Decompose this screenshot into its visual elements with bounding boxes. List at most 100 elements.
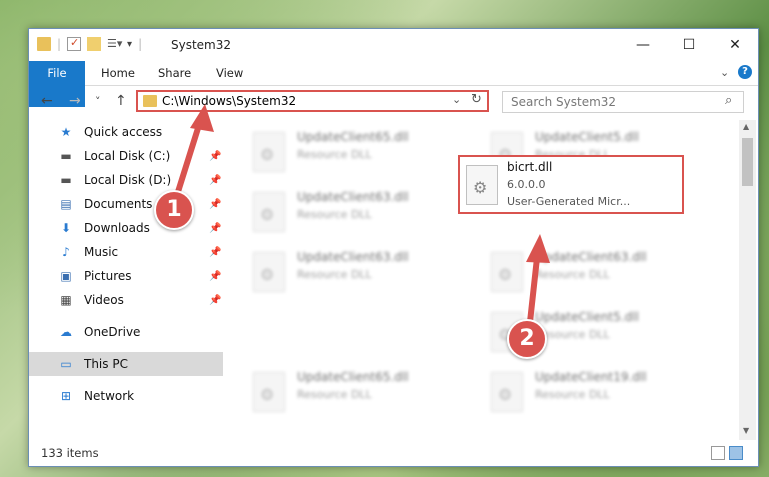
sidebar-item-network[interactable]: ⊞ Network	[29, 384, 223, 408]
sidebar-item-label: Videos	[84, 293, 124, 307]
file-item[interactable]: UpdateClient19.dll Resource DLL	[465, 368, 685, 414]
scroll-down-icon[interactable]: ▼	[743, 426, 749, 435]
file-item[interactable]: UpdateClient63.dll Resource DLL	[227, 188, 447, 234]
maximize-button[interactable]: ☐	[666, 29, 712, 61]
tab-view[interactable]: View	[204, 61, 255, 85]
pin-icon: 📌	[209, 270, 222, 282]
details-view-icon[interactable]	[711, 446, 725, 460]
item-count: 133 items	[41, 446, 99, 460]
tab-share[interactable]: Share	[146, 61, 203, 85]
sidebar-item-onedrive[interactable]: ☁ OneDrive	[29, 320, 223, 344]
status-bar: 133 items	[29, 442, 758, 466]
step-1-badge: 1	[154, 190, 194, 230]
sidebar-item-this-pc[interactable]: ▭ This PC	[29, 352, 223, 376]
sidebar-item-quick-access[interactable]: ★ Quick access	[29, 120, 223, 144]
computer-icon: ▭	[60, 357, 72, 371]
file-type: Resource DLL	[535, 268, 610, 281]
forward-button[interactable]: →	[69, 93, 81, 109]
sidebar-item-label: Local Disk (C:)	[84, 149, 171, 163]
sidebar-item-label: Music	[84, 245, 119, 259]
pictures-icon: ▣	[60, 269, 72, 283]
sidebar-item-label: OneDrive	[84, 325, 141, 339]
search-icon[interactable]: ⌕	[725, 93, 732, 108]
sidebar-item-label: Network	[84, 389, 135, 403]
step-2-badge: 2	[507, 319, 547, 359]
folder-icon	[143, 95, 157, 107]
help-icon[interactable]: ?	[738, 65, 752, 79]
file-type: Resource DLL	[297, 208, 372, 221]
network-icon: ⊞	[60, 389, 72, 403]
file-version: 6.0.0.0	[507, 178, 546, 191]
large-icons-view-icon[interactable]	[729, 446, 743, 460]
window-title: System32	[171, 38, 232, 52]
file-item[interactable]: UpdateClient63.dll Resource DLL	[227, 248, 447, 294]
file-item[interactable]: UpdateClient63.dll Resource DLL	[465, 248, 685, 294]
file-name: UpdateClient63.dll	[297, 190, 409, 204]
sidebar-item-local-disk-d[interactable]: ▬ Local Disk (D:) 📌	[29, 168, 223, 192]
file-description: User-Generated Micr...	[507, 195, 631, 208]
refresh-icon[interactable]: ↻	[471, 92, 482, 107]
file-item[interactable]: UpdateClient5.dll Resource DLL	[465, 308, 685, 354]
new-folder-icon[interactable]	[87, 37, 102, 51]
highlighted-file-bicrt[interactable]: bicrt.dll 6.0.0.0 User-Generated Micr...	[458, 155, 684, 214]
file-name: UpdateClient63.dll	[535, 250, 647, 264]
file-type: Resource DLL	[535, 388, 610, 401]
address-bar[interactable]: C:\Windows\System32 ⌄ ↻	[136, 90, 489, 112]
properties-icon[interactable]: ✓	[67, 36, 82, 51]
expand-ribbon-icon[interactable]: ⌄	[720, 66, 729, 79]
search-placeholder: Search System32	[511, 95, 617, 109]
file-name: UpdateClient65.dll	[297, 130, 409, 144]
quick-access-toolbar: | ✓ ☰▾ ▾ |	[37, 36, 142, 51]
pin-icon: 📌	[209, 246, 222, 258]
file-name: UpdateClient19.dll	[535, 370, 647, 384]
drive-icon: ▬	[60, 173, 72, 187]
sidebar-item-local-disk-c[interactable]: ▬ Local Disk (C:) 📌	[29, 144, 223, 168]
sidebar-item-label: Pictures	[84, 269, 132, 283]
file-item[interactable]: UpdateClient65.dll Resource DLL	[227, 368, 447, 414]
file-name: UpdateClient63.dll	[297, 250, 409, 264]
recent-locations-button[interactable]: ˅	[95, 95, 101, 108]
dll-file-icon	[491, 252, 523, 292]
sidebar-item-downloads[interactable]: ⬇ Downloads 📌	[29, 216, 223, 240]
address-path[interactable]: C:\Windows\System32	[162, 94, 296, 108]
navigation-pane: ★ Quick access ▬ Local Disk (C:) 📌 ▬ Loc…	[29, 120, 225, 440]
cloud-icon: ☁	[60, 325, 72, 339]
close-button[interactable]: ✕	[712, 29, 758, 61]
dll-file-icon	[253, 132, 285, 172]
sidebar-item-music[interactable]: ♪ Music 📌	[29, 240, 223, 264]
navigation-bar: ← → ˅ ↑ C:\Windows\System32 ⌄ ↻ Search S…	[29, 86, 758, 118]
scroll-up-icon[interactable]: ▲	[743, 122, 749, 131]
music-icon: ♪	[62, 245, 70, 259]
sidebar-item-videos[interactable]: ▦ Videos 📌	[29, 288, 223, 312]
pin-icon: 📌	[209, 150, 222, 162]
file-name: UpdateClient5.dll	[535, 130, 639, 144]
up-button[interactable]: ↑	[115, 93, 127, 109]
dll-file-icon	[253, 192, 285, 232]
file-explorer-window: | ✓ ☰▾ ▾ | System32 — ☐ ✕ File Home Shar…	[28, 28, 759, 467]
chevron-down-icon[interactable]: ⌄	[452, 93, 461, 106]
file-type: Resource DLL	[297, 148, 372, 161]
download-icon: ⬇	[60, 221, 72, 235]
videos-icon: ▦	[60, 293, 72, 307]
folder-icon	[37, 37, 51, 51]
search-input[interactable]: Search System32 ⌕	[502, 91, 744, 113]
customize-toolbar-icon[interactable]: ☰▾	[107, 37, 122, 51]
sidebar-item-pictures[interactable]: ▣ Pictures 📌	[29, 264, 223, 288]
back-button[interactable]: ←	[41, 93, 53, 109]
file-name: UpdateClient5.dll	[535, 310, 639, 324]
tab-home[interactable]: Home	[89, 61, 147, 85]
sidebar-item-label: Downloads	[84, 221, 150, 235]
sidebar-item-documents[interactable]: ▤ Documents 📌	[29, 192, 223, 216]
dll-file-icon	[466, 165, 498, 205]
file-type: Resource DLL	[297, 388, 372, 401]
file-type: Resource DLL	[297, 268, 372, 281]
toolbar-dropdown-icon[interactable]: ▾	[127, 39, 132, 50]
vertical-scrollbar[interactable]: ▲ ▼	[739, 120, 756, 440]
scrollbar-thumb[interactable]	[742, 138, 753, 186]
pin-icon: 📌	[209, 294, 222, 306]
file-name: bicrt.dll	[507, 160, 553, 174]
pin-icon: 📌	[209, 198, 222, 210]
file-item[interactable]: UpdateClient65.dll Resource DLL	[227, 128, 447, 174]
ribbon-tabs: File Home Share View ⌄ ?	[29, 61, 758, 107]
minimize-button[interactable]: —	[620, 29, 666, 61]
